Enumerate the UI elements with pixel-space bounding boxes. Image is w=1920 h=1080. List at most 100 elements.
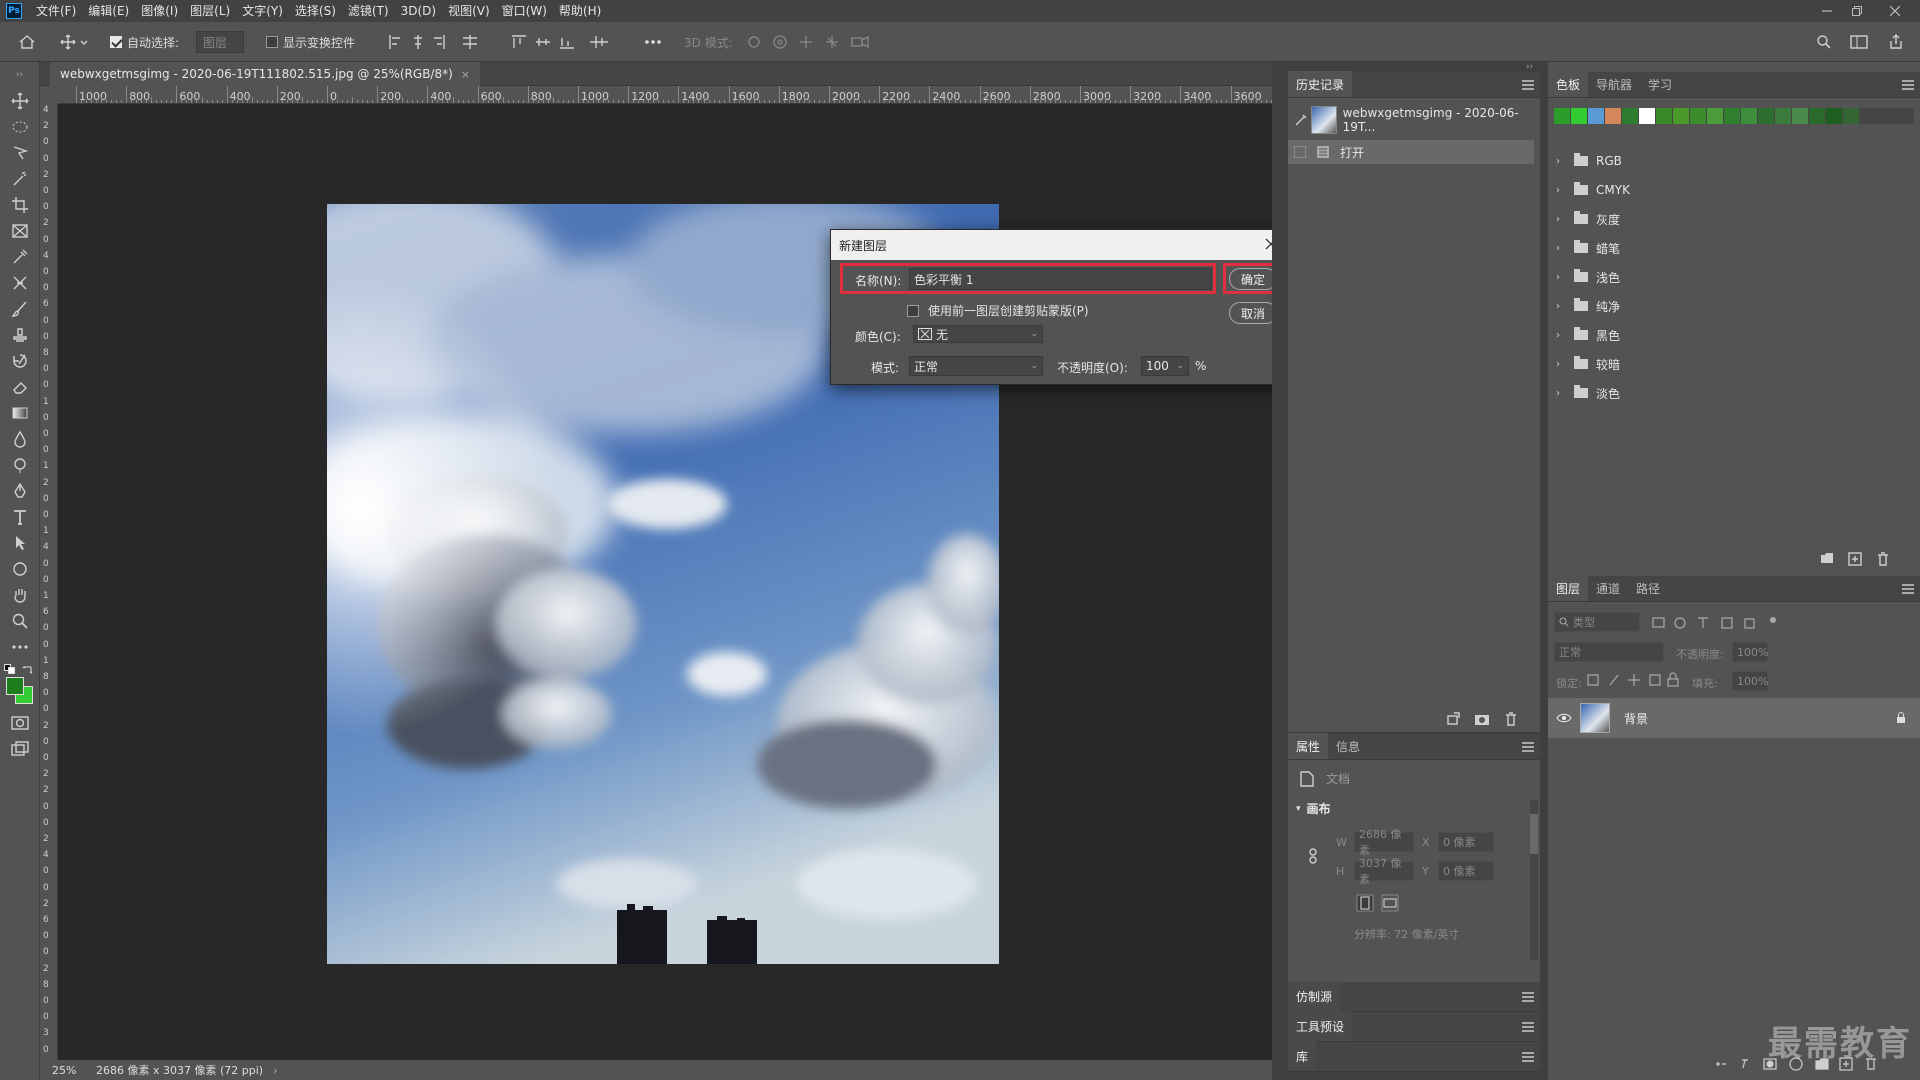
chevron-right-icon[interactable]: ›	[1556, 359, 1564, 370]
menu-item[interactable]: 帮助(H)	[553, 0, 607, 22]
quick-mask-icon[interactable]	[0, 710, 40, 736]
swatch-color[interactable]	[1809, 108, 1825, 124]
clipping-mask-checkbox[interactable]: 使用前一图层创建剪贴蒙版(P)	[907, 302, 1089, 319]
panel-menu-icon[interactable]	[1902, 584, 1914, 594]
blur-tool-icon[interactable]	[0, 426, 40, 452]
document-tab[interactable]: webwxgetmsgimg - 2020-06-19T111802.515.j…	[50, 62, 481, 86]
hand-tool-icon[interactable]	[0, 582, 40, 608]
swatch-group[interactable]: › 纯净	[1556, 293, 1620, 319]
tab-learn[interactable]: 学习	[1640, 71, 1680, 97]
swatch-group[interactable]: › 蜡笔	[1556, 235, 1620, 261]
x-field[interactable]: 0 像素	[1438, 832, 1494, 852]
fill-field[interactable]: 100%	[1732, 671, 1768, 691]
tab-navigator[interactable]: 导航器	[1588, 71, 1640, 97]
auto-select-checkbox[interactable]: 自动选择:	[110, 22, 179, 62]
history-snapshot[interactable]: webwxgetmsgimg - 2020-06-19T...	[1288, 102, 1534, 138]
swatch-group[interactable]: › 较暗	[1556, 351, 1620, 377]
chevron-right-icon[interactable]: ›	[1556, 272, 1564, 283]
auto-select-check-icon[interactable]	[110, 36, 122, 48]
menu-item[interactable]: 图层(L)	[184, 0, 236, 22]
auto-select-target-dropdown[interactable]: 图层	[196, 22, 244, 62]
dodge-tool-icon[interactable]	[0, 452, 40, 478]
chevron-right-icon[interactable]: ›	[1556, 214, 1564, 225]
swatch-color[interactable]	[1571, 108, 1587, 124]
tab-history[interactable]: 历史记录	[1288, 71, 1353, 97]
panel-menu-icon[interactable]	[1902, 80, 1914, 90]
history-brush-icon[interactable]	[0, 348, 40, 374]
pen-tool-icon[interactable]	[0, 478, 40, 504]
panel-menu-icon[interactable]	[1522, 742, 1534, 752]
width-field[interactable]: 2686 像素	[1354, 828, 1414, 857]
chevron-right-icon[interactable]: ›	[1556, 185, 1564, 196]
mode-dropdown[interactable]: 正常 ⌄	[909, 356, 1043, 376]
eyedropper-icon[interactable]	[0, 244, 40, 270]
frame-tool-icon[interactable]	[0, 218, 40, 244]
move-tool-icon[interactable]	[0, 88, 40, 114]
show-transform-check-icon[interactable]	[266, 36, 278, 48]
menu-item[interactable]: 视图(V)	[442, 0, 496, 22]
swatch-color[interactable]	[1843, 108, 1859, 124]
swatch-color[interactable]	[1758, 108, 1774, 124]
collapse-toolbar-icon[interactable]: ››	[0, 62, 39, 88]
menu-item[interactable]: 文件(F)	[30, 0, 82, 22]
swatch-color[interactable]	[1588, 108, 1604, 124]
panel-menu-icon[interactable]	[1522, 1022, 1534, 1032]
tab-info[interactable]: 信息	[1328, 733, 1368, 759]
clipping-mask-check-icon[interactable]	[907, 304, 919, 317]
camera-icon[interactable]	[1474, 712, 1490, 726]
history-state-open[interactable]: 打开	[1288, 140, 1534, 164]
chevron-right-icon[interactable]: ›	[1556, 156, 1564, 167]
new-document-from-state-icon[interactable]	[1446, 712, 1460, 726]
tab-tool-presets[interactable]: 工具预设	[1288, 1011, 1353, 1041]
lock-icon[interactable]	[1896, 712, 1906, 724]
minimize-icon[interactable]	[1812, 0, 1842, 22]
tab-properties[interactable]: 属性	[1288, 733, 1329, 759]
home-icon[interactable]	[18, 22, 36, 62]
swatch-color[interactable]	[1605, 108, 1621, 124]
layer-opacity-field[interactable]: 100%	[1732, 642, 1768, 662]
close-window-icon[interactable]	[1880, 0, 1910, 22]
ellipse-tool-icon[interactable]	[0, 556, 40, 582]
tab-channels[interactable]: 通道	[1588, 575, 1628, 601]
chevron-right-icon[interactable]: ›	[1556, 243, 1564, 254]
opacity-input[interactable]: 100 ⌄	[1141, 356, 1189, 376]
menu-item[interactable]: 文字(Y)	[236, 0, 289, 22]
screen-mode-icon[interactable]	[0, 736, 40, 762]
swatch-color[interactable]	[1554, 108, 1570, 124]
y-field[interactable]: 0 像素	[1438, 861, 1494, 881]
tab-paths[interactable]: 路径	[1628, 575, 1668, 601]
close-tab-icon[interactable]: ×	[461, 68, 470, 81]
chevron-right-icon[interactable]: ›	[1556, 388, 1564, 399]
new-group-icon[interactable]	[1820, 552, 1834, 564]
menu-item[interactable]: 图像(I)	[135, 0, 184, 22]
ruler-origin[interactable]	[40, 86, 58, 104]
swatch-color[interactable]	[1622, 108, 1638, 124]
magic-wand-icon[interactable]	[0, 166, 40, 192]
swatch-color[interactable]	[1792, 108, 1808, 124]
panel-menu-icon[interactable]	[1522, 1052, 1534, 1062]
link-icon[interactable]	[1308, 848, 1318, 864]
menu-item[interactable]: 编辑(E)	[82, 0, 135, 22]
edit-toolbar-icon[interactable]	[0, 634, 40, 660]
clone-stamp-icon[interactable]	[0, 322, 40, 348]
eye-icon[interactable]	[1556, 712, 1572, 724]
brush-tool-icon[interactable]	[0, 296, 40, 322]
blend-mode-dropdown[interactable]: 正常	[1554, 642, 1664, 662]
scrollbar-thumb[interactable]	[1530, 814, 1538, 854]
horizontal-ruler[interactable]: 1000 800 600 400 200 0 200 400 600 800 1000 1200 140…	[58, 86, 1272, 104]
collapse-dock-icon[interactable]: ››	[1526, 62, 1533, 72]
panel-menu-icon[interactable]	[1522, 992, 1534, 1002]
chevron-right-icon[interactable]: ›	[1556, 330, 1564, 341]
menu-item[interactable]: 窗口(W)	[496, 0, 553, 22]
workspace-icon[interactable]	[1850, 22, 1868, 62]
swatch-color[interactable]	[1690, 108, 1706, 124]
swatch-group[interactable]: › CMYK	[1556, 177, 1630, 203]
show-transform-checkbox[interactable]: 显示变换控件	[266, 22, 355, 62]
swatch-color[interactable]	[1724, 108, 1740, 124]
zoom-level[interactable]: 25%	[52, 1064, 92, 1077]
more-options-icon[interactable]	[644, 22, 662, 62]
auto-select-target-value[interactable]: 图层	[196, 31, 244, 53]
chevron-right-icon[interactable]: ›	[273, 1064, 277, 1077]
swatch-group[interactable]: › 黑色	[1556, 322, 1620, 348]
properties-scrollbar[interactable]	[1530, 800, 1538, 960]
